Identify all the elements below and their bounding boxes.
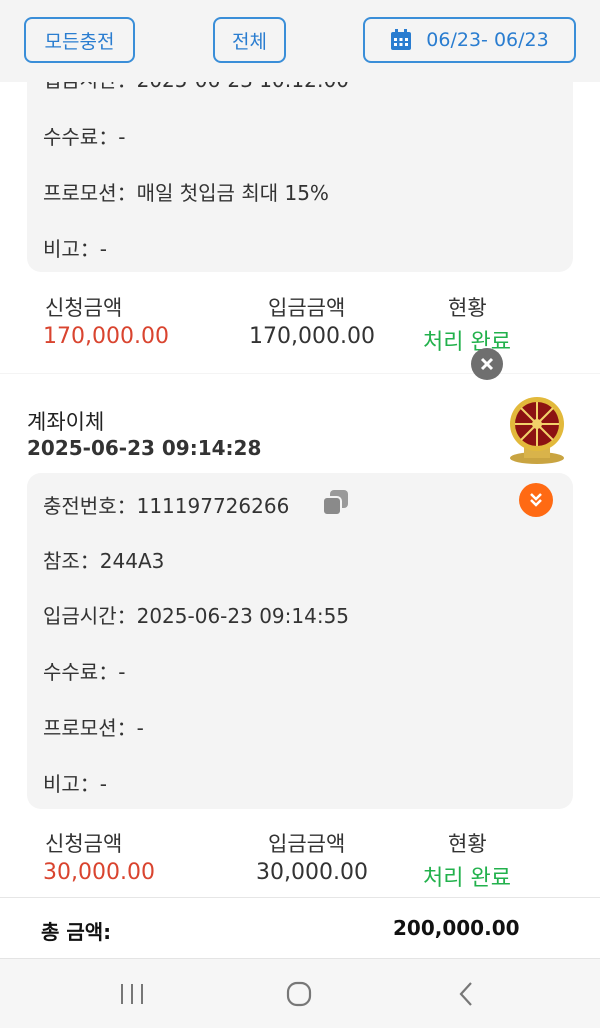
- wheel-icon[interactable]: [506, 396, 568, 466]
- record-2-request-label: 신청금액: [45, 832, 123, 856]
- record-2-charge-number: 충전번호：111197726266: [43, 494, 290, 518]
- record-2-note: 비고：-: [43, 772, 108, 796]
- record-1-fee: 수수료：-: [43, 125, 126, 149]
- nav-home-icon[interactable]: [286, 981, 312, 1007]
- record-1-deposit-amount: 170,000.00: [249, 324, 375, 349]
- record-1-request-label: 신청금액: [45, 296, 123, 320]
- date-range-button[interactable]: 06/23- 06/23: [363, 17, 576, 63]
- record-1-request-amount: 170,000.00: [43, 324, 169, 349]
- record-1-deposit-label: 입금금액: [268, 296, 346, 320]
- record-2-deposit-time: 입금시간：2025-06-23 09:14:55: [43, 604, 350, 628]
- calendar-icon: [390, 29, 412, 51]
- expand-chevron-icon[interactable]: [519, 483, 553, 517]
- record-2-status-label: 현황: [448, 832, 487, 856]
- record-2-promotion: 프로모션：-: [43, 716, 144, 740]
- date-range-text: 06/23- 06/23: [426, 29, 549, 51]
- record-2-deposit-amount: 30,000.00: [256, 860, 368, 885]
- nav-back-icon[interactable]: [456, 981, 476, 1007]
- record-2-reference: 참조：244A3: [43, 549, 165, 573]
- all-charge-button[interactable]: 모든충전: [24, 17, 135, 63]
- record-2-datetime: 2025-06-23 09:14:28: [27, 436, 262, 460]
- close-icon[interactable]: [471, 348, 503, 380]
- nav-recents-icon[interactable]: [118, 983, 146, 1005]
- record-1-note: 비고：-: [43, 237, 108, 261]
- record-2-method: 계좌이체: [27, 410, 105, 434]
- record-card-2: 계좌이체 2025-06-23 09:14:28 충전번호：1111977262…: [0, 374, 600, 898]
- record-1-status-label: 현황: [448, 296, 487, 320]
- filter-bar: 모든충전 전체 06/23- 06/23: [0, 0, 600, 82]
- record-1-promotion: 프로모션：매일 첫입금 최대 15%: [43, 181, 329, 205]
- record-2-status: 처리 완료: [423, 866, 511, 891]
- record-2-request-amount: 30,000.00: [43, 860, 155, 885]
- record-2-fee: 수수료：-: [43, 660, 126, 684]
- total-label: 총 금액:: [41, 920, 112, 944]
- total-amount: 200,000.00: [393, 916, 520, 940]
- total-bar: 총 금액: 200,000.00: [0, 897, 600, 958]
- copy-icon[interactable]: [321, 488, 351, 518]
- record-2-detail-box: 충전번호：111197726266 참조：244A3 입금시간：2025-06-…: [27, 473, 573, 809]
- system-nav-bar: [0, 958, 600, 1028]
- all-filter-button[interactable]: 전체: [213, 17, 286, 63]
- record-2-deposit-label: 입금금액: [268, 832, 346, 856]
